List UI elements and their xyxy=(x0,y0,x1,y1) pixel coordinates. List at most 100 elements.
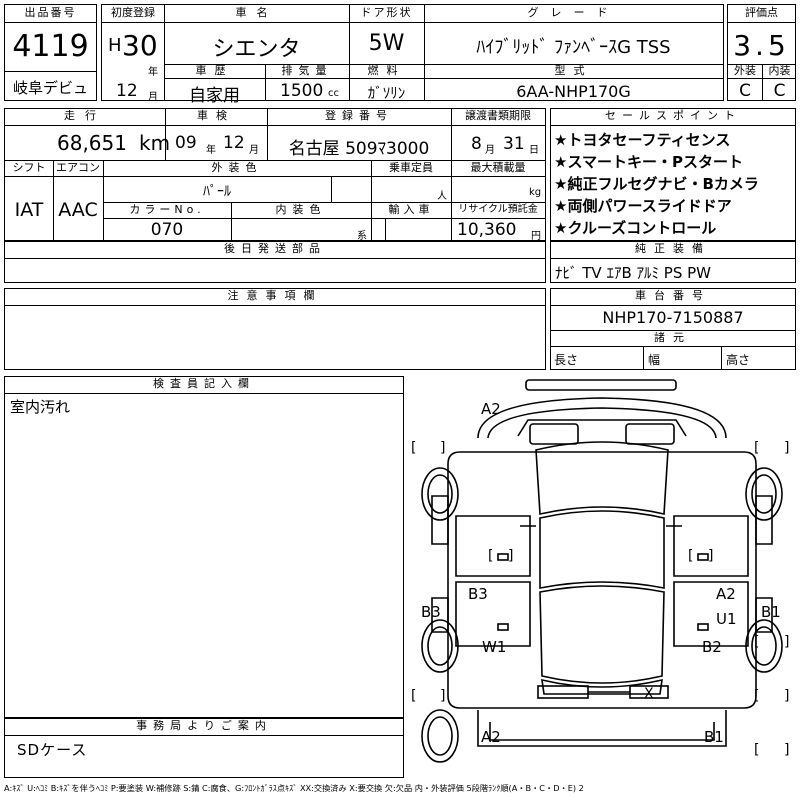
load-unit: kg xyxy=(529,187,542,198)
sales-point-1: ★トヨタセーフティセンス xyxy=(554,131,731,149)
inspection-year: 09 xyxy=(175,133,197,153)
mileage-label: 走行 xyxy=(64,109,106,122)
mileage-unit: km xyxy=(139,131,171,155)
sales-points-label: セールスポイント xyxy=(605,109,741,122)
damage-mark: B2 xyxy=(702,638,722,656)
chassis-number: NHP170-7150887 xyxy=(602,308,744,327)
genuine-equipment-box: 純正装備 ﾅﾋﾞ TV ｴｱB ｱﾙﾐ PS PW xyxy=(550,241,796,283)
office-label: 事務局よりご案内 xyxy=(136,719,272,732)
door-label: ドア形状 xyxy=(360,6,413,19)
lot-number-label: 出品番号 xyxy=(24,6,77,19)
ext-color-label: 外装色 xyxy=(211,161,263,174)
int-color-unit: 系 xyxy=(357,231,367,242)
era: H xyxy=(108,35,122,56)
damage-diagram-box: A2 B3 B3 W1 A2 U1 B1 B2 X A2 B1 [ ] [ ] … xyxy=(408,376,796,778)
transfer-day-unit: 日 xyxy=(529,145,539,156)
notes-box: 注意事項欄 xyxy=(4,288,546,370)
car-name: シエンタ xyxy=(212,37,301,62)
interior-grade: C xyxy=(773,81,786,101)
sales-points-box: セールスポイント ★トヨタセーフティセンス ★スマートキー・Pスタート ★純正フ… xyxy=(550,108,796,241)
ext-color: ﾊﾟｰﾙ xyxy=(203,184,231,200)
exterior-grade: C xyxy=(739,81,751,101)
genuine-label: 純正装備 xyxy=(635,242,711,255)
bracket-left: [ xyxy=(754,634,760,650)
spec-width-label: 幅 xyxy=(648,353,661,367)
sales-point-5: ★クルーズコントロール xyxy=(554,219,717,237)
spec-length-label: 長さ xyxy=(554,353,579,367)
fuel: ｶﾞｿﾘﾝ xyxy=(367,84,406,102)
damage-mark: B3 xyxy=(421,603,441,621)
year-unit: 年 xyxy=(148,67,158,78)
damage-mark: A2 xyxy=(481,400,501,418)
inspection-month: 12 xyxy=(223,133,245,153)
bracket-left: [ xyxy=(688,548,694,564)
recycle-fee: 10,360 xyxy=(457,220,517,240)
mileage: 68,651 xyxy=(57,131,127,155)
fuel-label: 燃料 xyxy=(367,64,406,77)
sales-point-3: ★純正フルセグナビ・Bカメラ xyxy=(554,175,759,193)
month-unit: 月 xyxy=(148,92,158,103)
lot-number: 4119 xyxy=(12,29,89,64)
bracket-right: ] xyxy=(784,634,790,650)
inspection-year-unit: 年 xyxy=(206,145,216,156)
registration-number: 名古屋 509ﾏ3000 xyxy=(288,139,430,159)
genuine-equipment: ﾅﾋﾞ TV ｴｱB ｱﾙﾐ PS PW xyxy=(555,264,711,282)
later-parts-box: 後日発送部品 xyxy=(4,241,546,283)
recycle-unit: 円 xyxy=(531,231,541,242)
score-label: 評価点 xyxy=(745,6,778,19)
vehicle-header-box: 初度登録 H 30 年 12 月 車名 シエンタ ドア形状 5W グレード ﾊｲ… xyxy=(101,4,724,106)
transfer-month: 8 xyxy=(471,134,482,154)
reg-no-label: 登録番号 xyxy=(325,109,393,122)
chassis-box: 車台番号 NHP170-7150887 諸元 長さ 幅 高さ xyxy=(550,288,796,370)
color-no-label: カラーNo. xyxy=(129,203,205,216)
int-color-label: 内装色 xyxy=(275,203,327,216)
score: 3.5 xyxy=(733,29,790,62)
bracket-right: ] xyxy=(440,688,446,704)
first-reg-label: 初度登録 xyxy=(111,6,155,19)
transfer-month-unit: 月 xyxy=(485,145,495,156)
aircon: AAC xyxy=(58,199,98,221)
color-no: 070 xyxy=(150,220,184,240)
bracket-left: [ xyxy=(754,688,760,704)
office-box: 事務局よりご案内 SDケース xyxy=(4,718,404,778)
chassis-label: 車台番号 xyxy=(635,289,711,302)
bracket-right: ] xyxy=(784,742,790,758)
vehicle-detail-box: 走行 68,651 km 車検 09 年 12 月 登録番号 名古屋 509ﾏ3… xyxy=(4,108,546,242)
inspector-notes: 室内汚れ xyxy=(10,398,71,416)
bracket-right: ] xyxy=(708,548,714,564)
displacement: 1500 xyxy=(280,81,324,101)
bracket-right: ] xyxy=(784,440,790,456)
reg-year: 30 xyxy=(122,29,158,62)
sales-point-4: ★両側パワースライドドア xyxy=(554,197,732,215)
lot-number-box: 出品番号 4119 岐阜デビュ xyxy=(4,4,97,101)
bracket-left: [ xyxy=(488,548,494,564)
shift-label: シフト xyxy=(12,161,46,174)
door-type: 5W xyxy=(368,31,405,56)
notes-label: 注意事項欄 xyxy=(227,289,323,302)
specs-label: 諸元 xyxy=(654,331,692,344)
bracket-left: [ xyxy=(411,440,417,456)
damage-mark: B1 xyxy=(704,728,724,746)
bracket-left: [ xyxy=(754,440,760,456)
capacity-label: 乗車定員 xyxy=(389,161,433,174)
inspection-month-unit: 月 xyxy=(249,145,259,156)
car-diagram xyxy=(421,379,783,763)
grade: ﾊｲﾌﾞﾘｯﾄﾞ ﾌｧﾝﾍﾞｰｽG TSS xyxy=(476,37,671,58)
displacement-unit: cc xyxy=(328,88,339,99)
model-code: 6AA-NHP170G xyxy=(516,82,631,101)
aircon-label: エアコン xyxy=(56,161,100,174)
inspector-label: 検査員記入欄 xyxy=(153,377,255,390)
displacement-label: 排気量 xyxy=(281,64,333,77)
car-name-label: 車名 xyxy=(235,6,278,19)
bracket-left: [ xyxy=(411,688,417,704)
history-label: 車歴 xyxy=(195,64,234,77)
damage-mark: A2 xyxy=(716,585,736,603)
inspection-label: 車検 xyxy=(197,109,235,122)
bracket-right: ] xyxy=(440,440,446,456)
bracket-right: ] xyxy=(784,688,790,704)
lot-sub-label: 岐阜デビュ xyxy=(12,79,88,97)
bracket-left: [ xyxy=(754,742,760,758)
damage-mark: A2 xyxy=(481,728,501,746)
inspector-box: 検査員記入欄 室内汚れ xyxy=(4,376,404,718)
reg-month: 12 xyxy=(116,81,138,101)
